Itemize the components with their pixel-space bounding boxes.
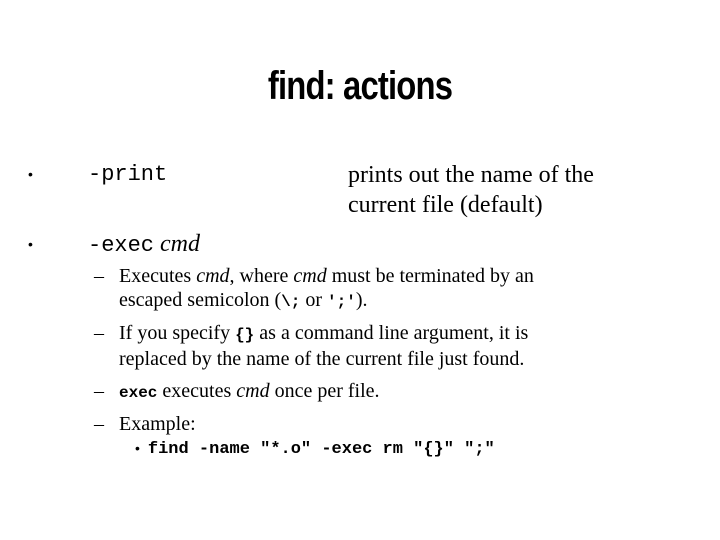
code-text: ';' xyxy=(327,293,356,311)
text: once per file. xyxy=(269,380,380,402)
text: must be terminated by an xyxy=(326,265,534,287)
italic-text: cmd xyxy=(293,265,327,287)
print-description: prints out the name of the current file … xyxy=(348,160,594,220)
text: , where xyxy=(229,265,294,287)
dash-marker: – xyxy=(94,413,104,435)
option-exec-flag: -exec xyxy=(88,233,155,258)
example-command-text: find -name "*.o" -exec rm "{}" ";" xyxy=(147,440,495,459)
bullet-marker: • xyxy=(135,440,140,456)
text: executes xyxy=(157,380,237,402)
option-exec: -exec cmd xyxy=(88,229,200,261)
option-print: -print xyxy=(88,162,168,187)
text: or xyxy=(300,289,328,311)
text: If you specify xyxy=(119,322,236,344)
code-text: \; xyxy=(281,293,301,311)
option-exec-arg: cmd xyxy=(160,231,200,257)
text: Example: xyxy=(119,413,196,435)
code-text: exec xyxy=(119,384,158,402)
print-description-line: current file (default) xyxy=(348,192,543,218)
text: replaced by the name of the current file… xyxy=(119,348,525,370)
example-command: • find -name "*.o" -exec rm "{}" ";" xyxy=(135,440,495,459)
text: Executes xyxy=(119,265,197,287)
print-description-line: prints out the name of the xyxy=(348,162,594,188)
text: as a command line argument, it is xyxy=(254,322,529,344)
bullet-marker: • xyxy=(28,236,33,252)
dash-marker: – xyxy=(94,380,104,402)
italic-text: cmd xyxy=(196,265,230,287)
slide-title: find: actions xyxy=(267,64,453,108)
bullet-marker: • xyxy=(28,166,33,182)
code-text: {} xyxy=(235,326,255,344)
text: escaped semicolon ( xyxy=(119,289,282,311)
italic-text: cmd xyxy=(236,380,270,402)
dash-marker: – xyxy=(94,322,104,344)
dash-marker: – xyxy=(94,265,104,287)
text: ). xyxy=(355,289,368,311)
